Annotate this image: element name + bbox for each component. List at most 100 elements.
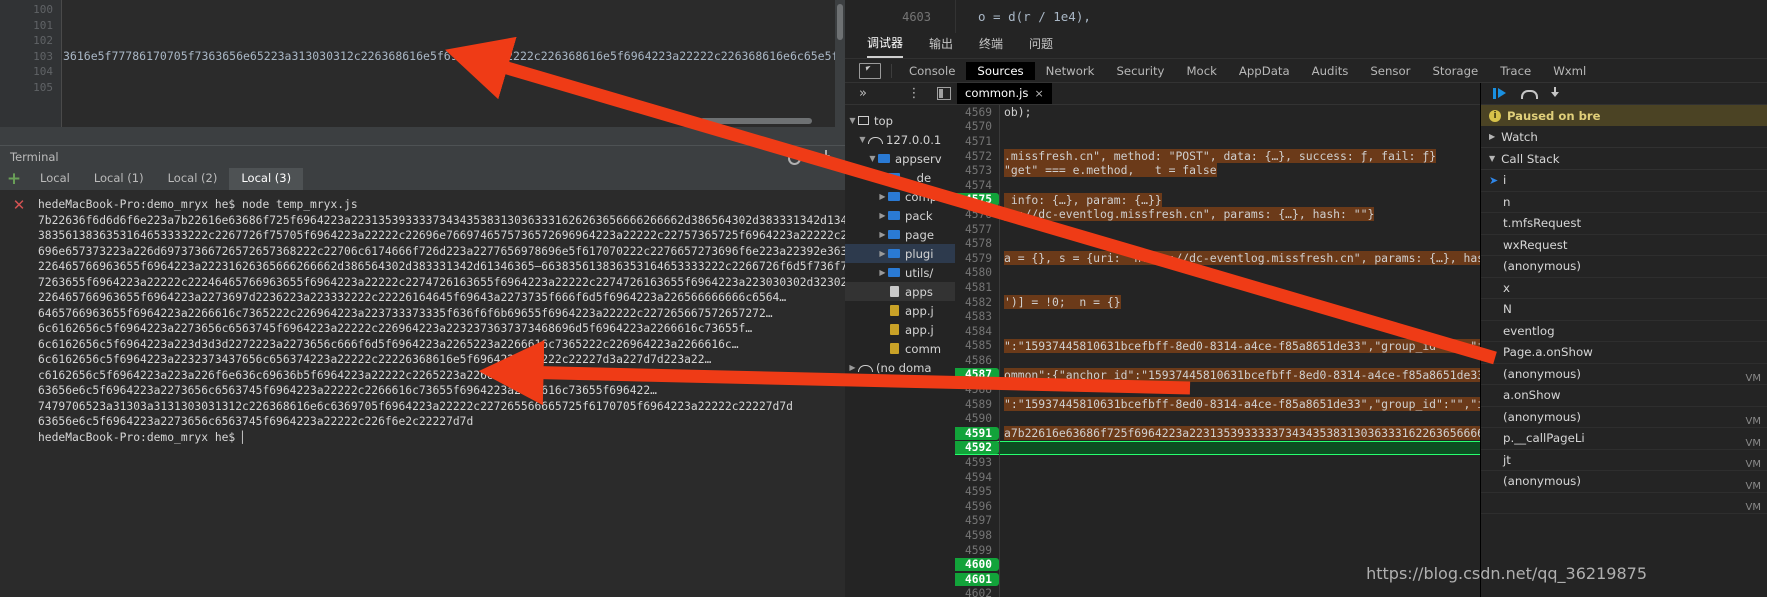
call-stack-list[interactable]: ➤ i n t.mfsRequest wxRequest (anonymous) x Neve…: [1481, 170, 1767, 514]
chevron-down-icon[interactable]: ▼: [867, 154, 878, 163]
code-line-number[interactable]: 4598: [955, 529, 999, 542]
chevron-down-icon[interactable]: ▼: [857, 135, 868, 144]
tab-trace[interactable]: Trace: [1489, 62, 1542, 80]
call-stack-frame[interactable]: eventlog: [1481, 321, 1767, 342]
code-line-number[interactable]: 4588: [955, 383, 999, 396]
call-stack-frame[interactable]: wxRequest: [1481, 235, 1767, 256]
code-line-number[interactable]: 4571: [955, 135, 999, 148]
call-stack-frame[interactable]: n: [1481, 192, 1767, 213]
code-line-number[interactable]: 4569: [955, 106, 999, 119]
code-line-number[interactable]: 4589: [955, 398, 999, 411]
call-stack-frame[interactable]: ➤ i: [1481, 170, 1767, 192]
terminal-tab-local-2[interactable]: Local (2): [156, 168, 230, 190]
file-tree-item[interactable]: ▶ __de: [845, 168, 955, 187]
file-tree-item[interactable]: app.j: [845, 320, 955, 339]
code-line-number[interactable]: 4579: [955, 252, 999, 265]
code-line-number[interactable]: 4577: [955, 223, 999, 236]
code-line-number[interactable]: 4572: [955, 150, 999, 163]
tab-sensor[interactable]: Sensor: [1359, 62, 1421, 80]
chevron-right-icon[interactable]: ▶: [877, 211, 888, 220]
editor-text-area[interactable]: 3616e5f77786170705f7363656e65223a3130303…: [63, 0, 835, 127]
terminal-tab-local-3[interactable]: Local (3): [229, 168, 304, 190]
call-stack-frame[interactable]: jt VM: [1481, 450, 1767, 471]
call-stack-frame[interactable]: VM: [1481, 493, 1767, 514]
tab-sources[interactable]: Sources: [966, 61, 1035, 80]
resume-script-icon[interactable]: [1493, 87, 1506, 100]
more-navigator-icon[interactable]: »: [845, 86, 903, 101]
tab-audits[interactable]: Audits: [1301, 62, 1360, 80]
close-icon[interactable]: ✕: [0, 198, 38, 213]
call-stack-frame[interactable]: (anonymous): [1481, 256, 1767, 278]
call-stack-frame[interactable]: (anonymous) VM: [1481, 364, 1767, 385]
file-tree-item[interactable]: ▶ pack: [845, 206, 955, 225]
chevron-right-icon[interactable]: ▶: [877, 268, 888, 277]
tab-security[interactable]: Security: [1105, 62, 1175, 80]
inspect-element-icon[interactable]: [859, 62, 881, 79]
chevron-down-icon[interactable]: ▼: [847, 116, 858, 125]
terminal-tab-local[interactable]: Local: [28, 168, 82, 190]
tab-terminal[interactable]: 终端: [979, 35, 1003, 57]
tab-debugger[interactable]: 调试器: [867, 34, 904, 58]
code-line-number[interactable]: 4570: [955, 120, 999, 133]
breakpoint-line-number[interactable]: 4600: [955, 558, 999, 572]
terminal-tab-local-1[interactable]: Local (1): [82, 168, 156, 190]
call-stack-frame[interactable]: a.onShow: [1481, 385, 1767, 407]
tab-network[interactable]: Network: [1035, 62, 1106, 80]
code-line-number[interactable]: 4576: [955, 208, 999, 221]
code-line-number[interactable]: 4582: [955, 296, 999, 309]
call-stack-section-header[interactable]: ▼ Call Stack: [1481, 148, 1767, 170]
call-stack-frame[interactable]: (anonymous) VM: [1481, 407, 1767, 428]
call-stack-frame[interactable]: x: [1481, 278, 1767, 299]
code-line-number[interactable]: 4595: [955, 485, 999, 498]
code-line-number[interactable]: 4586: [955, 354, 999, 367]
tab-mock[interactable]: Mock: [1175, 62, 1227, 80]
file-tree-item[interactable]: ▶ utils/: [845, 263, 955, 282]
code-line-number[interactable]: 4574: [955, 179, 999, 192]
overflow-menu-icon[interactable]: ⋮: [903, 86, 925, 101]
chevron-right-icon[interactable]: ▶: [877, 192, 888, 201]
call-stack-frame[interactable]: N: [1481, 299, 1767, 321]
settings-button[interactable]: [786, 150, 806, 165]
code-line-number[interactable]: 4585: [955, 339, 999, 352]
terminal-output-panel[interactable]: ✕ hedeMacBook-Pro:demo_mryx he$ node tem…: [0, 190, 845, 597]
tab-problems[interactable]: 问题: [1029, 35, 1053, 57]
file-tree-item[interactable]: ▶ comp: [845, 187, 955, 206]
file-tree-item[interactable]: apps: [845, 282, 955, 301]
tab-wxml[interactable]: Wxml: [1542, 62, 1597, 80]
minimize-icon[interactable]: [820, 150, 833, 163]
tab-output[interactable]: 输出: [929, 35, 953, 57]
breakpoint-line-number[interactable]: 4575: [955, 193, 999, 207]
editor-horizontal-scrollbar[interactable]: [700, 118, 812, 124]
tab-appdata[interactable]: AppData: [1228, 62, 1301, 80]
code-line-number[interactable]: 4597: [955, 514, 999, 527]
code-line-number[interactable]: 4594: [955, 471, 999, 484]
editor-vertical-scrollbar[interactable]: [835, 0, 845, 127]
call-stack-frame[interactable]: p.__callPageLi VM: [1481, 428, 1767, 450]
code-line-number[interactable]: 4573: [955, 164, 999, 177]
code-line-number[interactable]: 4580: [955, 266, 999, 279]
code-line-number[interactable]: 4578: [955, 237, 999, 250]
ide-code-editor[interactable]: 100 101 102 103 104 105 3616e5f777861707…: [0, 0, 845, 127]
file-tree-item[interactable]: ▶ plugi: [845, 244, 955, 263]
file-tree-item[interactable]: ▼ top: [845, 111, 955, 130]
breakpoint-line-number[interactable]: 4601: [955, 572, 999, 586]
call-stack-frame[interactable]: Page.a.onShow: [1481, 342, 1767, 364]
chevron-right-icon[interactable]: ▶: [877, 230, 888, 239]
file-tree-item[interactable]: comm: [845, 339, 955, 358]
code-line-number[interactable]: 4583: [955, 310, 999, 323]
tab-console[interactable]: Console: [898, 62, 966, 80]
file-tree-item[interactable]: app.j: [845, 301, 955, 320]
code-line-number[interactable]: 4590: [955, 412, 999, 425]
file-tree-item[interactable]: ▶ (no doma: [845, 358, 955, 377]
watch-section-header[interactable]: ▶ Watch: [1481, 126, 1767, 148]
chevron-right-icon[interactable]: ▶: [847, 363, 858, 372]
code-line-number[interactable]: 4593: [955, 456, 999, 469]
close-icon[interactable]: ×: [1034, 87, 1043, 100]
file-tree-item[interactable]: ▼ 127.0.0.1: [845, 130, 955, 149]
tab-storage[interactable]: Storage: [1421, 62, 1489, 80]
breakpoint-line-number[interactable]: 4592: [955, 441, 999, 455]
file-tree-item[interactable]: ▶ page: [845, 225, 955, 244]
file-tree-item[interactable]: ▼ appserv: [845, 149, 955, 168]
sources-file-tree[interactable]: ▼ top ▼ 127.0.0.1 ▼ appserv ▶ __de ▶ comp ▶ pack ▶ pa…: [845, 105, 955, 597]
chevron-right-icon[interactable]: ▶: [877, 173, 888, 182]
